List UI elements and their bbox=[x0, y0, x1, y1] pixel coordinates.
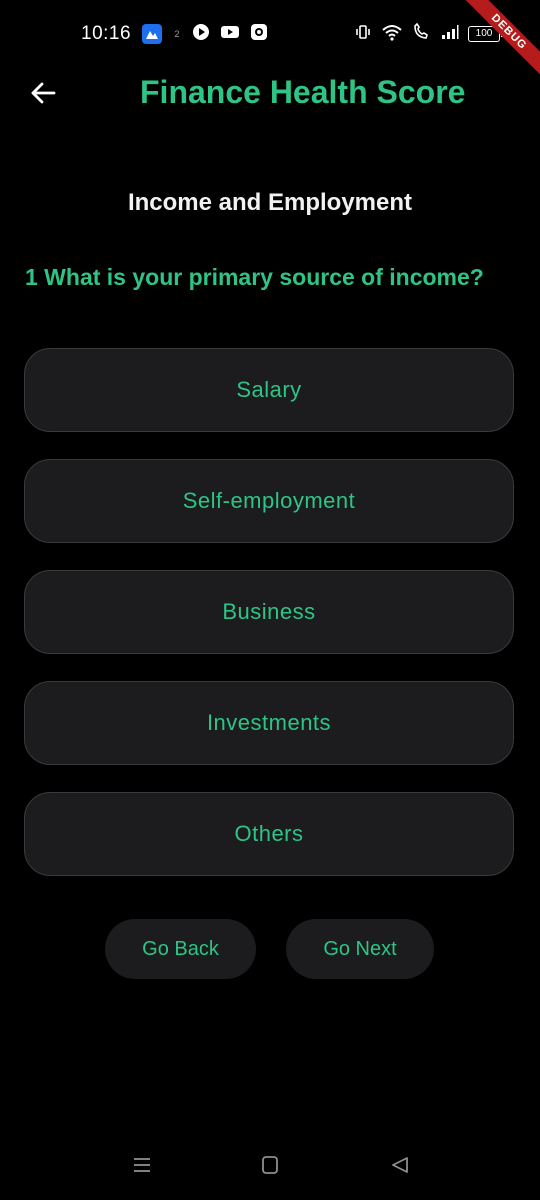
recents-button[interactable] bbox=[130, 1155, 154, 1179]
wifi-icon bbox=[381, 23, 403, 46]
section-title: Income and Employment bbox=[127, 189, 413, 216]
status-bar: 10:16 2 100 bbox=[0, 0, 540, 68]
notification-count: 2 bbox=[174, 29, 180, 39]
youtube-icon bbox=[220, 24, 240, 45]
play-icon bbox=[192, 23, 210, 46]
option-business[interactable]: Business bbox=[24, 570, 514, 654]
status-time: 10:16 bbox=[81, 23, 132, 44]
go-next-button[interactable]: Go Next bbox=[286, 919, 434, 979]
system-back-button[interactable] bbox=[388, 1155, 412, 1179]
option-salary[interactable]: Salary bbox=[24, 348, 514, 432]
camera-icon bbox=[250, 23, 268, 46]
status-right-icons: 100 bbox=[354, 22, 503, 46]
app-icon bbox=[142, 24, 162, 44]
back-triangle-icon bbox=[389, 1154, 411, 1181]
question-text: 1 What is your primary source of income? bbox=[25, 264, 484, 290]
go-back-button[interactable]: Go Back bbox=[105, 919, 256, 979]
vibrate-icon bbox=[354, 23, 372, 46]
signal-icon bbox=[441, 24, 459, 45]
option-others[interactable]: Others bbox=[24, 792, 514, 876]
page-title: Finance Health Score bbox=[140, 74, 466, 110]
option-investments[interactable]: Investments bbox=[24, 681, 514, 765]
status-left-icons: 2 bbox=[142, 23, 268, 46]
call-icon bbox=[412, 22, 432, 46]
home-icon bbox=[259, 1154, 281, 1181]
back-button[interactable] bbox=[26, 78, 60, 112]
system-nav-bar bbox=[0, 1145, 540, 1189]
option-self-employment[interactable]: Self-employment bbox=[24, 459, 514, 543]
arrow-left-icon bbox=[29, 79, 57, 112]
home-button[interactable] bbox=[258, 1155, 282, 1179]
recents-icon bbox=[131, 1155, 153, 1180]
